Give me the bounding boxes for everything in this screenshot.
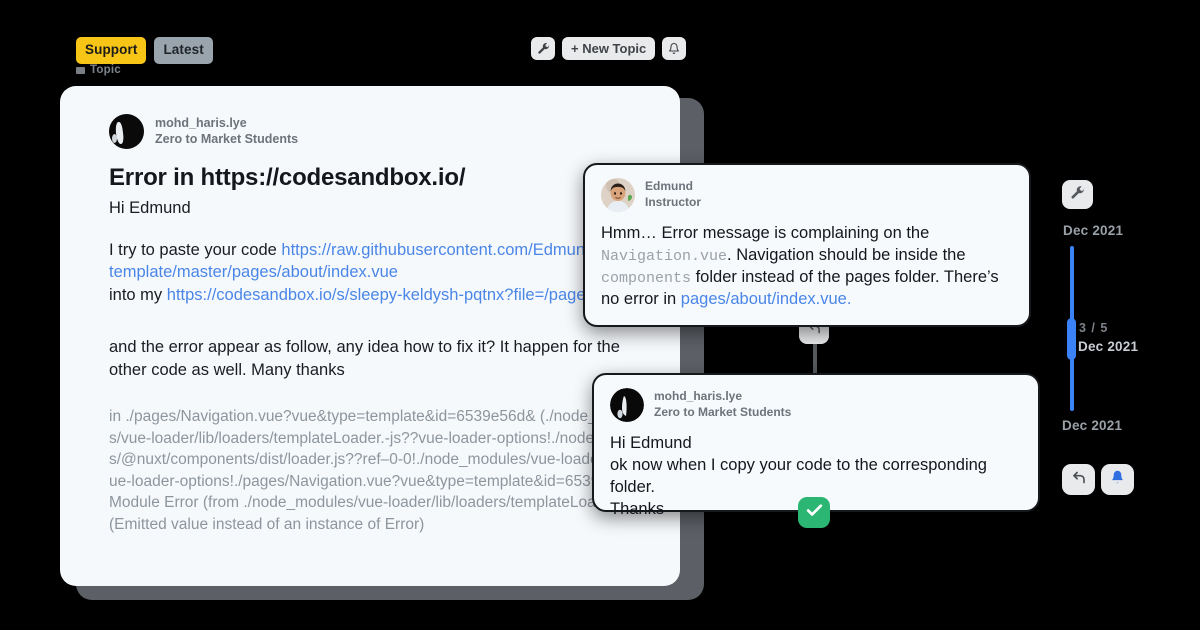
tag-latest[interactable]: Latest <box>154 37 213 64</box>
wrench-icon <box>537 42 550 55</box>
breadcrumb[interactable]: Topic <box>76 64 121 76</box>
reply-line-1: Hi Edmund <box>610 434 692 452</box>
rail-date-top: Dec 2021 <box>1063 223 1124 238</box>
rail-bell-button[interactable] <box>1101 464 1134 495</box>
breadcrumb-label: Topic <box>90 64 121 76</box>
reply-card-edmund: Edmund Instructor Hmm… Error message is … <box>583 163 1031 327</box>
check-mark-icon <box>805 501 824 525</box>
main-post-card: mohd_haris.lye Zero to Market Students E… <box>60 86 680 586</box>
page-title: Error in https://codesandbox.io/ <box>109 164 466 191</box>
reply-text-part-2: . Navigation should be inside the <box>727 245 966 264</box>
toolbar-wrench-button[interactable] <box>531 37 555 60</box>
reply-text-part-1: Hmm… Error message is complaining on the <box>601 224 930 242</box>
post-body-lead: I try to paste your code <box>109 241 282 259</box>
square-icon <box>76 66 85 74</box>
bell-icon <box>668 42 680 55</box>
reply-author-role: Zero to Market Students <box>654 405 792 419</box>
post-author: mohd_haris.lye Zero to Market Students <box>109 114 656 149</box>
post-body-mid: into my <box>109 285 167 304</box>
tag-row: Support Latest <box>76 37 213 64</box>
reply-card-haris: mohd_haris.lye Zero to Market Students H… <box>592 373 1040 518</box>
reply-text-edmund: Hmm… Error message is complaining on the… <box>601 223 1014 311</box>
reply-author-role: Instructor <box>645 195 702 209</box>
screenshot-root: Support Latest Topic + New Topic mohd_ha… <box>0 0 1200 630</box>
rail-date-bottom: Dec 2021 <box>1062 418 1123 433</box>
rail-reply-button[interactable] <box>1062 464 1095 495</box>
reply-author-haris: mohd_haris.lye Zero to Market Students <box>610 388 1023 422</box>
solved-badge[interactable] <box>798 497 830 528</box>
timeline-thumb[interactable] <box>1067 318 1076 360</box>
avatar <box>109 114 144 149</box>
toolbar: + New Topic <box>531 37 687 60</box>
post-greeting: Hi Edmund <box>109 199 191 217</box>
rail-wrench-button[interactable] <box>1062 180 1093 209</box>
reply-link-index-vue[interactable]: pages/about/index.vue. <box>681 290 852 308</box>
timeline-position: 3 / 5 <box>1079 321 1109 335</box>
reply-author-name: Edmund <box>645 179 693 194</box>
avatar <box>610 388 644 422</box>
bell-icon <box>1110 469 1125 490</box>
wrench-icon <box>1070 185 1085 205</box>
post-author-role: Zero to Market Students <box>155 131 299 146</box>
inline-code-navigation-vue: Navigation.vue <box>601 247 728 265</box>
avatar <box>601 178 635 212</box>
reply-line-2: ok now when I copy your code to the corr… <box>610 455 987 496</box>
tag-support[interactable]: Support <box>76 37 147 64</box>
toolbar-bell-button[interactable] <box>662 37 687 60</box>
new-topic-button[interactable]: + New Topic <box>562 37 656 60</box>
post-author-name: mohd_haris.lye <box>155 115 247 130</box>
reply-author-name: mohd_haris.lye <box>654 389 743 404</box>
reply-author-edmund: Edmund Instructor <box>601 178 1014 212</box>
post-body-tail: and the error appear as follow, any idea… <box>109 338 620 379</box>
rail-date-current: Dec 2021 <box>1078 339 1139 354</box>
inline-code-components: components <box>601 269 692 287</box>
reply-arrow-icon <box>1071 470 1087 490</box>
post-error-block: in ./pages/Navigation.vue?vue&type=templ… <box>109 408 654 533</box>
